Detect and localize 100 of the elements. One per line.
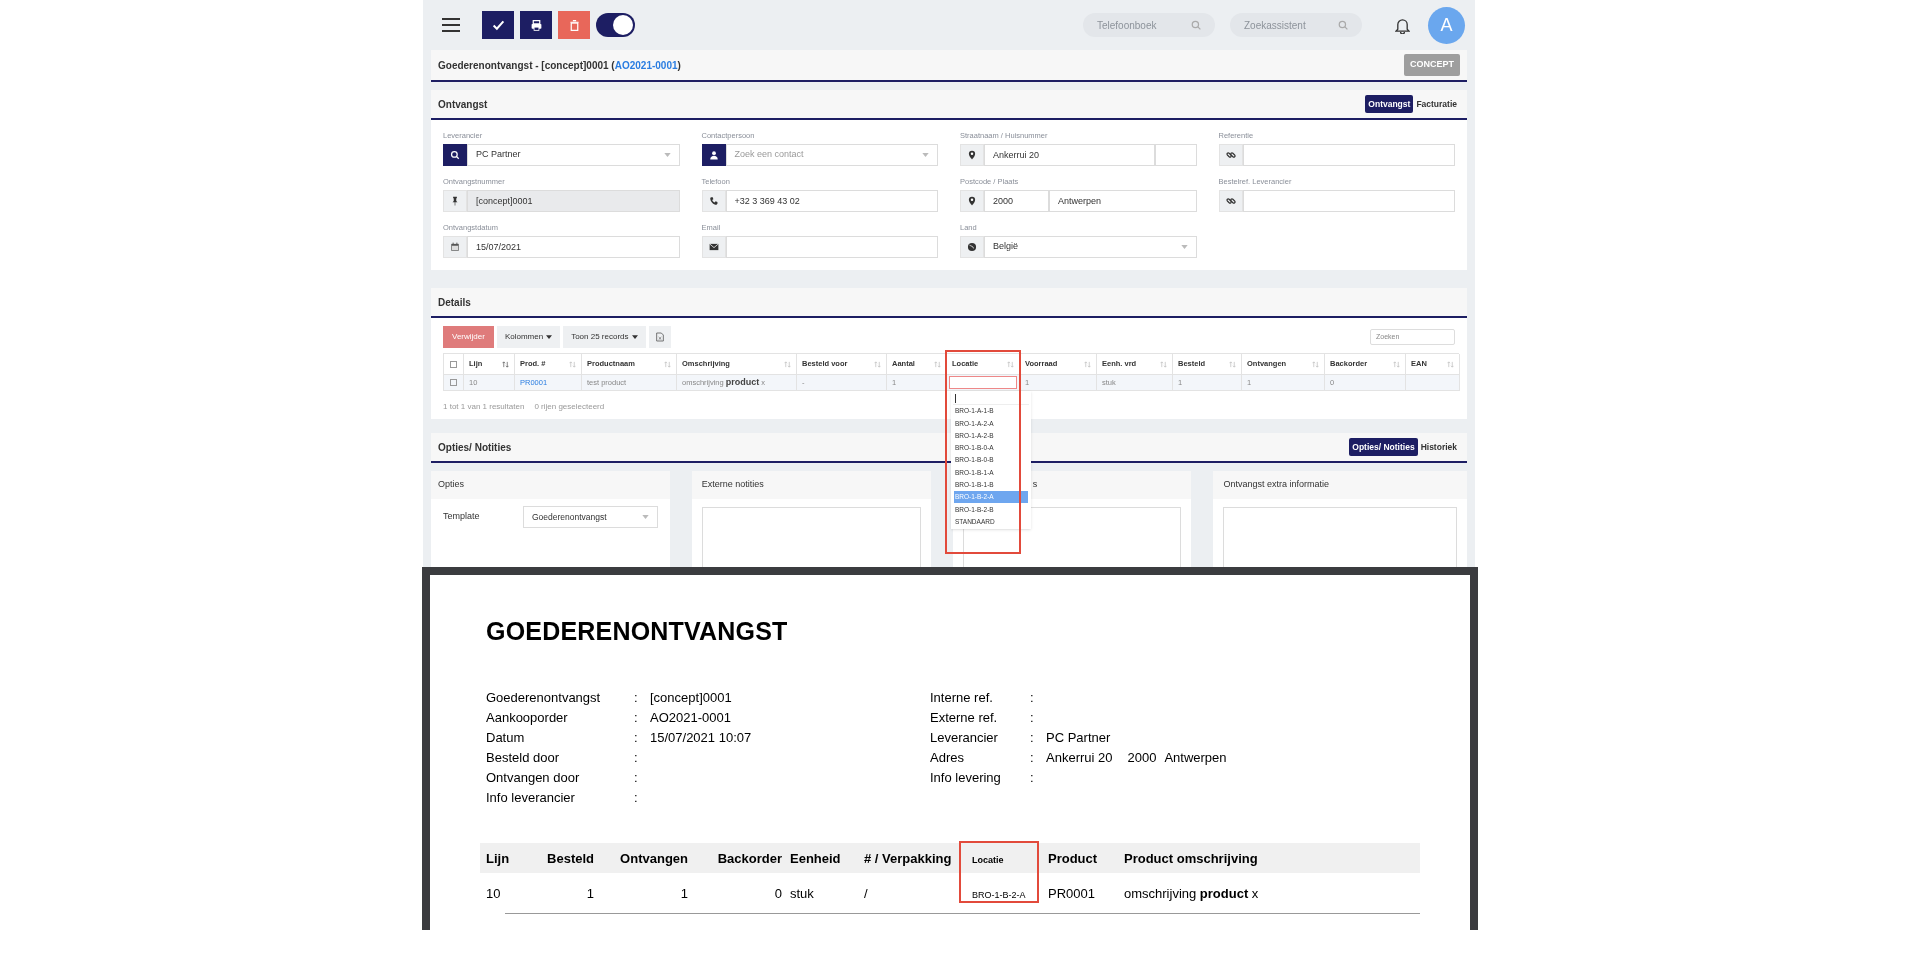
bell-icon bbox=[1395, 16, 1410, 34]
info-label: Datum bbox=[486, 728, 526, 747]
sort-icon bbox=[502, 360, 509, 368]
table-cell: PR0001 bbox=[1048, 885, 1095, 901]
dropdown-button[interactable]: Kolommen bbox=[496, 325, 561, 348]
colon: : bbox=[1030, 748, 1035, 767]
info-label: Besteld door bbox=[486, 748, 560, 767]
info-label: Goederenontvangst bbox=[486, 688, 602, 707]
search-icon bbox=[1338, 20, 1348, 30]
sort-icon bbox=[1393, 360, 1400, 368]
caret-icon bbox=[631, 334, 638, 339]
caret-icon bbox=[546, 334, 553, 339]
input-field[interactable] bbox=[1154, 144, 1197, 166]
user-icon bbox=[708, 150, 719, 160]
checkbox[interactable] bbox=[450, 379, 457, 386]
sort-icon bbox=[1007, 360, 1014, 368]
print-button[interactable] bbox=[520, 11, 552, 39]
select-field[interactable]: België bbox=[984, 236, 1197, 258]
trash-icon bbox=[567, 18, 581, 32]
printer-icon bbox=[529, 18, 543, 32]
dropdown-search-field[interactable] bbox=[953, 392, 1029, 405]
input-field[interactable]: +32 3 369 43 02 bbox=[725, 190, 938, 212]
export-button[interactable] bbox=[648, 325, 671, 348]
section-title: Details bbox=[438, 295, 471, 310]
panel-title: Ontvangst extra informatie bbox=[1223, 478, 1329, 492]
table-cell: 1 bbox=[586, 885, 594, 901]
input-field[interactable]: Antwerpen bbox=[1049, 190, 1197, 212]
colon: : bbox=[634, 788, 639, 807]
checkbox[interactable] bbox=[450, 360, 457, 368]
sort-icon bbox=[934, 360, 941, 368]
toggle-switch[interactable] bbox=[596, 13, 635, 37]
table-cell: / bbox=[864, 885, 868, 901]
info-label: Interne ref. bbox=[930, 688, 994, 707]
column-header: # / Verpakking bbox=[864, 850, 952, 866]
table-info: 0 rijen geselecteerd bbox=[534, 401, 605, 413]
link-icon bbox=[1225, 196, 1236, 206]
column-header: Backorder bbox=[717, 850, 782, 866]
colon: : bbox=[634, 728, 639, 747]
text-cursor bbox=[955, 393, 956, 403]
dropdown-button[interactable]: Toon 25 records bbox=[563, 325, 646, 348]
link-icon bbox=[1225, 150, 1236, 160]
sort-icon bbox=[1160, 360, 1167, 368]
table-cell: 0 bbox=[774, 885, 782, 901]
colon: : bbox=[1030, 688, 1035, 707]
caret-icon bbox=[663, 153, 671, 157]
phone-icon bbox=[708, 196, 719, 206]
section-title: Opties/ Notities bbox=[438, 440, 512, 455]
info-value: Ankerrui 20 bbox=[1046, 748, 1113, 767]
table-cell bbox=[1406, 375, 1460, 391]
menu-button[interactable] bbox=[442, 18, 460, 32]
info-label: Ontvangen door bbox=[486, 768, 581, 787]
input-field[interactable] bbox=[1242, 190, 1455, 212]
sort-icon bbox=[1084, 360, 1091, 368]
sort-icon bbox=[664, 360, 671, 368]
info-label: Adres bbox=[930, 748, 965, 767]
colon: : bbox=[1030, 728, 1035, 747]
colon: : bbox=[634, 708, 639, 727]
caret-icon bbox=[641, 515, 649, 519]
column-header: Ontvangen bbox=[620, 850, 688, 866]
tab[interactable]: Opties/ Notities bbox=[1349, 437, 1418, 457]
input-field[interactable]: Ankerrui 20 bbox=[984, 144, 1155, 166]
envelope-icon bbox=[708, 242, 719, 252]
sort-icon bbox=[1229, 360, 1236, 368]
colon: : bbox=[1030, 708, 1035, 727]
document-title: GOEDERENONTVANGST bbox=[486, 616, 789, 647]
delete-button[interactable] bbox=[558, 11, 590, 39]
panel-title: s bbox=[1032, 478, 1038, 492]
caret-icon bbox=[922, 153, 929, 157]
sort-icon bbox=[784, 360, 791, 368]
select-field[interactable]: PC Partner bbox=[467, 144, 680, 166]
info-label: Info leverancier bbox=[486, 788, 576, 807]
column-header: Product omschrijving bbox=[1124, 850, 1258, 866]
field-label: Template bbox=[443, 510, 481, 524]
document-icon bbox=[655, 331, 664, 342]
info-value: 15/07/2021 10:07 bbox=[650, 728, 752, 747]
table-cell: BRO-1-B-2-A bbox=[972, 889, 1026, 900]
colon: : bbox=[1030, 768, 1035, 787]
select-field[interactable]: Goederenontvangst bbox=[523, 506, 658, 528]
map-pin-icon bbox=[967, 196, 977, 206]
tab[interactable]: Facturatie bbox=[1413, 94, 1460, 114]
tab[interactable]: Ontvangst bbox=[1365, 94, 1414, 114]
column-header: Lijn bbox=[486, 850, 510, 866]
panel-title: Externe notities bbox=[701, 478, 764, 492]
table-cell: stuk bbox=[790, 885, 814, 901]
column-header: Eenheid bbox=[790, 850, 841, 866]
search-icon bbox=[1191, 20, 1201, 30]
info-value: 2000 bbox=[1127, 748, 1157, 767]
input-field[interactable]: 15/07/2021 bbox=[467, 236, 680, 258]
table-cell: omschrijving product x bbox=[1124, 885, 1259, 901]
sort-icon bbox=[874, 360, 881, 368]
colon: : bbox=[634, 748, 639, 767]
input-field[interactable] bbox=[725, 236, 938, 258]
tab[interactable]: Historiek bbox=[1417, 437, 1460, 457]
confirm-button[interactable] bbox=[482, 11, 514, 39]
info-label: Externe ref. bbox=[930, 708, 999, 727]
sort-icon bbox=[1447, 360, 1454, 368]
order-link[interactable]: AO2021-0001 bbox=[614, 59, 678, 71]
input-field[interactable] bbox=[1242, 144, 1455, 166]
status-badge: CONCEPT bbox=[1404, 54, 1460, 76]
input-field[interactable]: 2000 bbox=[984, 190, 1049, 212]
